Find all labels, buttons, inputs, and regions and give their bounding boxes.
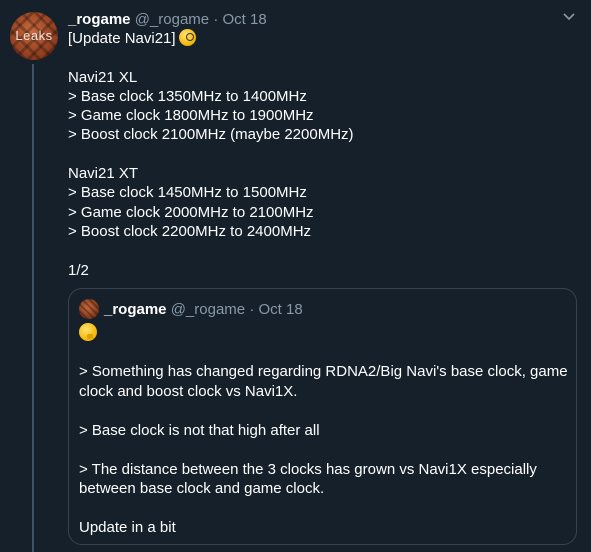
separator-dot: · <box>249 301 255 318</box>
thread-line <box>32 64 34 552</box>
quoted-text: > Something has changed regarding RDNA2/… <box>79 362 569 552</box>
quoted-date: Oct 18 <box>258 301 303 318</box>
author-handle[interactable]: @_rogame <box>135 11 209 28</box>
quoted-paragraph: > The distance between the 3 clocks has … <box>79 460 537 498</box>
quoted-paragraph: > Something has changed regarding RDNA2/… <box>79 363 568 400</box>
tweet-text: [Update Navi21] Navi21 XL > Base clock 1… <box>68 29 578 280</box>
quoted-author-handle: @_rogame <box>170 301 246 318</box>
chevron-down-icon[interactable] <box>559 8 579 28</box>
quoted-header: _rogame @_rogame · Oct 18 <box>104 300 303 320</box>
quoted-tweet[interactable]: _rogame @_rogame · Oct 18 > Something ha… <box>68 288 577 545</box>
tweet[interactable]: Leaks _rogame @_rogame · Oct 18 [Update … <box>0 0 591 552</box>
face-with-monocle-icon <box>178 29 196 46</box>
text-line: > Boost clock 2100MHz (maybe 2200MHz) <box>68 126 354 144</box>
quoted-paragraph: > Base clock is not that high after all <box>79 421 320 439</box>
separator-dot: · <box>213 11 219 28</box>
text-line: 1/2 <box>68 261 89 279</box>
quoted-paragraph: Update in a bit <box>79 519 176 536</box>
text-line: > Game clock 2000MHz to 2100MHz <box>68 203 314 221</box>
text-line <box>68 241 578 260</box>
tweet-header: _rogame @_rogame · Oct 18 <box>68 10 267 30</box>
text-line: > Boost clock 2200MHz to 2400MHz <box>68 222 312 240</box>
avatar[interactable]: Leaks <box>10 12 58 60</box>
quoted-avatar <box>79 299 99 319</box>
author-name[interactable]: _rogame <box>68 11 131 28</box>
thinking-face-icon <box>79 323 97 341</box>
tweet-date[interactable]: Oct 18 <box>222 11 266 28</box>
quoted-author-name: _rogame <box>104 301 167 318</box>
text-line: > Base clock 1450MHz to 1500MHz <box>68 184 307 202</box>
avatar-logo-text: Leaks <box>15 28 53 43</box>
text-line: Navi21 XL <box>68 68 138 86</box>
text-line: > Base clock 1350MHz to 1400MHz <box>68 87 307 105</box>
text-line: Navi21 XT <box>68 165 139 183</box>
text-line <box>68 48 578 67</box>
text-line <box>68 145 578 164</box>
text-line: > Game clock 1800MHz to 1900MHz <box>68 107 314 125</box>
text-line: [Update Navi21] <box>68 29 578 48</box>
